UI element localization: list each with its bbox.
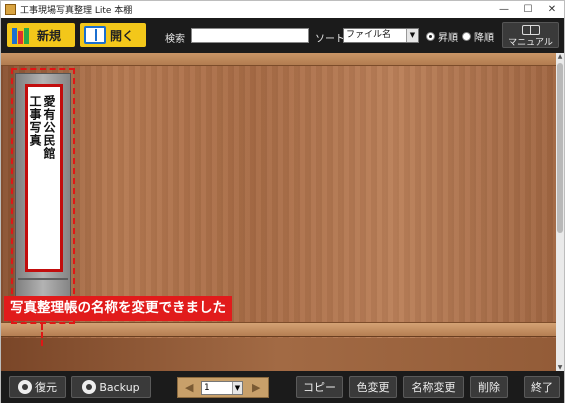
backup-icon — [82, 380, 97, 394]
minimize-button[interactable]: — — [492, 4, 516, 15]
rename-button[interactable]: 名称変更 — [403, 376, 464, 398]
vertical-scrollbar[interactable]: ▲ ▼ — [556, 53, 564, 371]
manual-button-label: マニュアル — [508, 38, 553, 48]
restore-button[interactable]: 復元 — [9, 376, 66, 398]
binder-title-line-1: 愛有公民館 — [42, 95, 56, 160]
window-title: 工事現場写真整理 Lite 本棚 — [20, 6, 133, 16]
chevron-down-icon: ▼ — [232, 382, 242, 394]
restore-button-label: 復元 — [35, 381, 57, 394]
books-icon — [11, 26, 33, 44]
binder-label: 愛有公民館 工事写真 — [25, 84, 63, 272]
bookshelf: 愛有公民館 工事写真 ▲ ▼ — [1, 53, 564, 371]
search-input[interactable] — [191, 28, 309, 43]
backup-button-label: Backup — [99, 380, 140, 394]
backup-button[interactable]: Backup — [71, 376, 151, 398]
descending-label: 降順 — [474, 33, 494, 44]
sort-select-value: ファイル名 — [346, 30, 392, 40]
app-icon — [5, 4, 16, 15]
shelf-board — [1, 322, 556, 337]
prev-page-icon[interactable]: ◀ — [185, 381, 193, 394]
page-select-value: 1 — [204, 383, 210, 393]
manual-book-icon — [521, 25, 540, 35]
ascending-radio[interactable]: 昇順 — [426, 29, 458, 44]
selection-connector — [41, 324, 43, 346]
binder-title-line-2: 工事写真 — [28, 95, 42, 147]
bottom-toolbar: 復元 Backup ◀ 1 ▼ ▶ コピー 色変更 名称変更 削除 終了 — [1, 371, 564, 403]
radio-unselected-icon — [462, 32, 471, 41]
manual-button[interactable]: マニュアル — [502, 22, 559, 48]
binder-spine[interactable]: 愛有公民館 工事写真 — [15, 73, 71, 321]
search-label: 検索 — [165, 34, 185, 45]
app-window: 工事現場写真整理 Lite 本棚 — ☐ ✕ 新規 開く 検索 ソート ファイル… — [0, 0, 565, 403]
page-selector: ◀ 1 ▼ ▶ — [177, 377, 269, 398]
sort-label: ソート — [315, 34, 345, 45]
change-color-button[interactable]: 色変更 — [349, 376, 397, 398]
exit-button[interactable]: 終了 — [524, 376, 560, 398]
new-button[interactable]: 新規 — [7, 23, 75, 47]
title-bar: 工事現場写真整理 Lite 本棚 — ☐ ✕ — [1, 1, 564, 18]
shelf-top-rail — [1, 53, 556, 66]
maximize-button[interactable]: ☐ — [516, 4, 540, 15]
copy-button[interactable]: コピー — [296, 376, 343, 398]
delete-button[interactable]: 削除 — [470, 376, 508, 398]
open-book-icon — [84, 26, 106, 44]
radio-selected-icon — [426, 32, 435, 41]
ascending-label: 昇順 — [438, 33, 458, 44]
shelf-lower-wood — [1, 338, 556, 371]
restore-icon — [18, 380, 32, 394]
status-notice: 写真整理帳の名称を変更できました — [4, 296, 232, 321]
toolbar: 新規 開く 検索 ソート ファイル名 ▼ 昇順 降順 マニュアル — [1, 18, 564, 53]
next-page-icon[interactable]: ▶ — [252, 381, 260, 394]
scroll-down-icon[interactable]: ▼ — [556, 364, 564, 371]
new-button-label: 新規 — [37, 28, 62, 43]
descending-radio[interactable]: 降順 — [462, 29, 494, 44]
close-button[interactable]: ✕ — [540, 4, 564, 15]
open-button[interactable]: 開く — [80, 23, 146, 47]
chevron-down-icon: ▼ — [406, 29, 418, 42]
page-select[interactable]: 1 ▼ — [201, 381, 243, 395]
scroll-thumb[interactable] — [557, 63, 563, 233]
open-button-label: 開く — [110, 28, 135, 43]
sort-select[interactable]: ファイル名 ▼ — [343, 28, 419, 43]
scroll-up-icon[interactable]: ▲ — [556, 53, 564, 60]
